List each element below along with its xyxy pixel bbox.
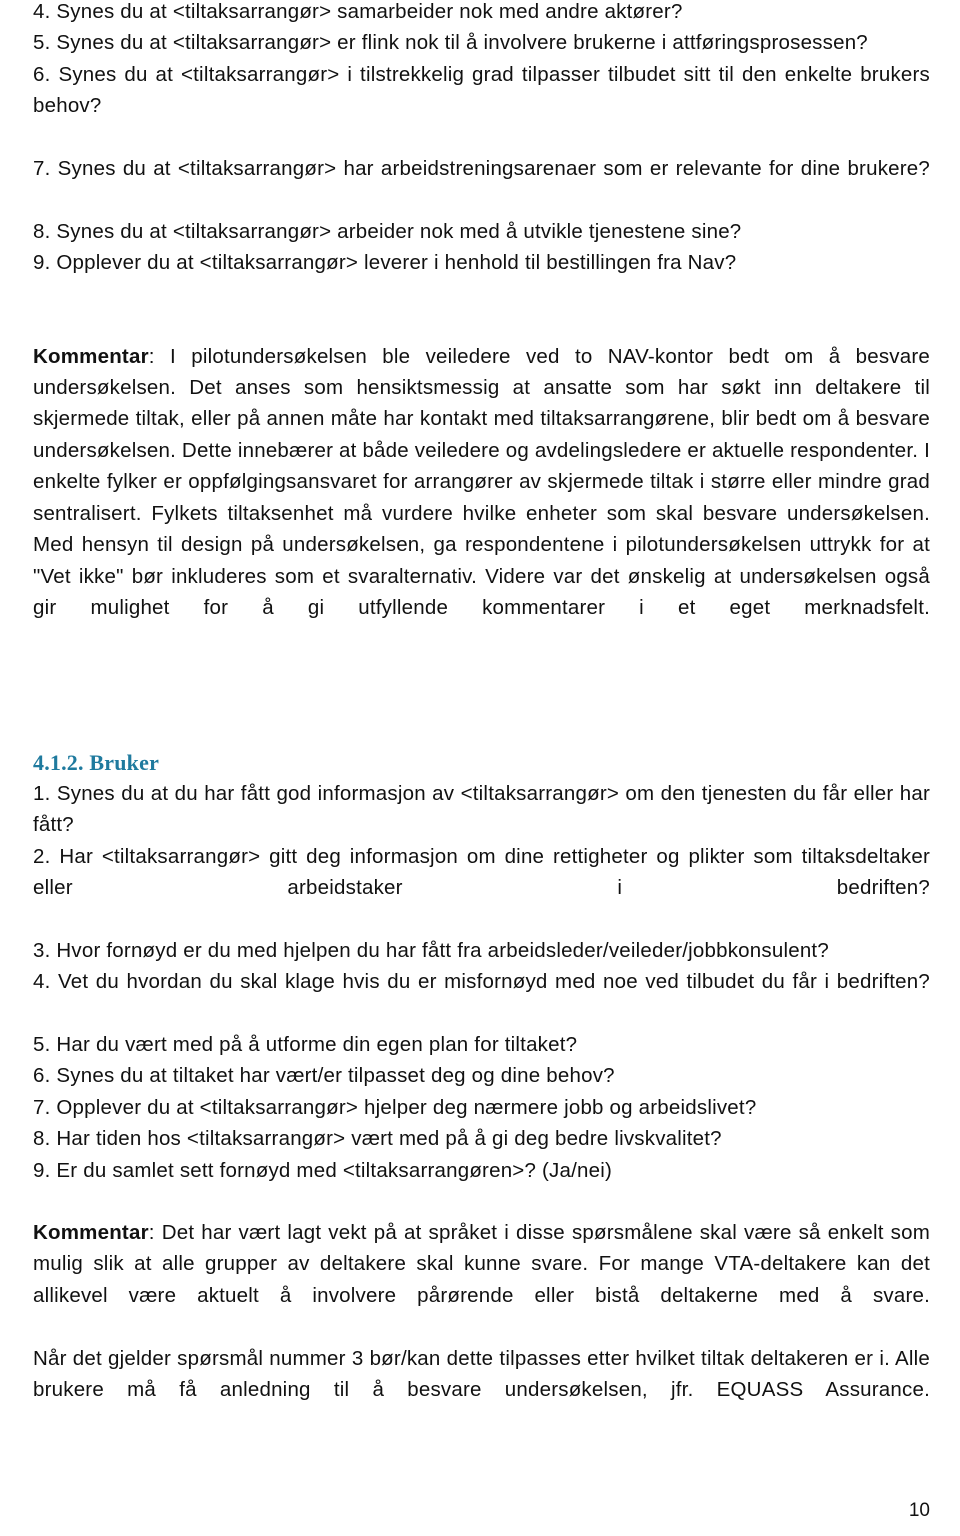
bruker-question-item-4: 4. Vet du hvordan du skal klage hvis du … <box>33 970 930 994</box>
question-item-7: 7. Synes du at <tiltaksarrangør> har arb… <box>33 157 930 181</box>
bruker-question-item-6: 6. Synes du at tiltaket har vært/er tilp… <box>33 1064 615 1088</box>
kommentar-text: : I pilotundersøkelsen ble veiledere ved… <box>33 344 930 619</box>
bruker-question-item-7: 7. Opplever du at <tiltaksarrangør> hjel… <box>33 1095 757 1119</box>
question-item-8: 8. Synes du at <tiltaksarrangør> arbeide… <box>33 219 742 243</box>
document-page: 4. Synes du at <tiltaksarrangør> samarbe… <box>0 0 960 1536</box>
bruker-question-item-8: 8. Har tiden hos <tiltaksarrangør> vært … <box>33 1127 722 1151</box>
bruker-question-item-9: 9. Er du samlet sett fornøyd med <tiltak… <box>33 1158 612 1182</box>
kommentar-text: : Det har vært lagt vekt på at språket i… <box>33 1221 930 1307</box>
page-content: 4. Synes du at <tiltaksarrangør> samarbe… <box>33 0 930 1437</box>
question-item-9: 9. Opplever du at <tiltaksarrangør> leve… <box>33 251 737 275</box>
bruker-question-item-2: 2. Har <tiltaksarrangør> gitt deg inform… <box>33 844 930 899</box>
kommentar-paragraph-second-part1: Kommentar: Det har vært lagt vekt på at … <box>33 1217 930 1343</box>
bruker-question-item-5: 5. Har du vært med på å utforme din egen… <box>33 1032 578 1056</box>
question-item-4: 4. Synes du at <tiltaksarrangør> samarbe… <box>33 0 683 23</box>
kommentar-paragraph-first: Kommentar: I pilotundersøkelsen ble veil… <box>33 341 930 655</box>
page-number: 10 <box>908 1500 930 1521</box>
question-item-6: 6. Synes du at <tiltaksarrangør> i tilst… <box>33 62 930 118</box>
question-item-5: 5. Synes du at <tiltaksarrangør> er flin… <box>33 31 868 55</box>
kommentar-paragraph-second-part2: Når det gjelder spørsmål nummer 3 bør/ka… <box>33 1346 930 1402</box>
bruker-question-item-3: 3. Hvor fornøyd er du med hjelpen du har… <box>33 938 829 962</box>
section-heading-bruker: 4.1.2. Bruker <box>33 749 160 775</box>
kommentar-label: Kommentar <box>33 1221 149 1244</box>
bruker-question-item-1: 1. Synes du at du har fått god informasj… <box>33 781 930 837</box>
kommentar-label: Kommentar <box>33 344 149 368</box>
